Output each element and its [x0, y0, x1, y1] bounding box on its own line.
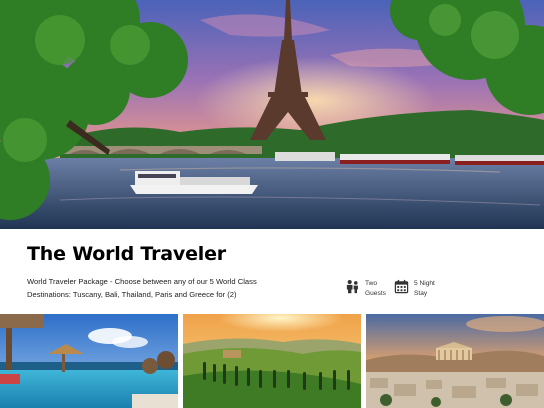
package-description: World Traveler Package - Choose between … [27, 276, 327, 301]
guests-feature: Two Guests [345, 279, 386, 298]
destination-gallery [0, 314, 544, 408]
guests-icon [346, 279, 358, 294]
calendar-icon [394, 279, 409, 294]
description-line-1: World Traveler Package - Choose between … [27, 277, 257, 286]
hero-image [0, 0, 544, 229]
package-title: The World Traveler [27, 243, 226, 265]
guests-count: Two [365, 280, 378, 287]
stay-label: 5 Night Stay [414, 279, 435, 298]
stay-feature: 5 Night Stay [394, 279, 435, 298]
guests-unit: Guests [365, 289, 386, 297]
guests-label: Two Guests [365, 279, 386, 298]
description-line-2: Destinations: Tuscany, Bali, Thailand, P… [27, 289, 237, 299]
tuscany-hills-photo [183, 314, 361, 408]
stay-unit: Stay [414, 289, 428, 297]
athens-acropolis-photo [366, 314, 544, 408]
stay-nights: 5 Night [414, 280, 435, 287]
bali-pool-photo [0, 314, 178, 408]
